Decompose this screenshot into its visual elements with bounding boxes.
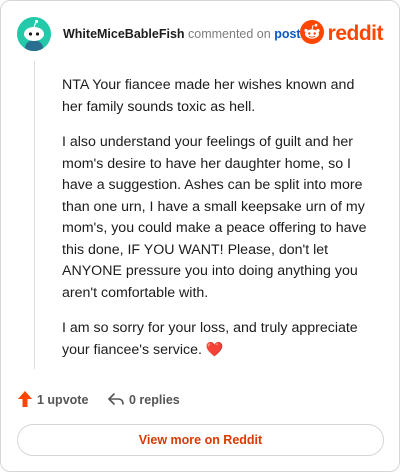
comment-paragraph-1: NTA Your fiancee made her wishes known a… [62,77,355,115]
post-link[interactable]: post [274,27,300,41]
replies-button[interactable]: 0 replies [107,389,180,411]
comment-body: NTA Your fiancee made her wishes known a… [62,75,374,375]
heart-emoji-icon: ❤️ [205,341,224,358]
replies-count: 0 replies [129,393,180,407]
upvote-arrow-icon [17,390,33,411]
comment-paragraph-3: I am so sorry for your loss, and truly a… [62,318,374,361]
comment-footer: 1 upvote 0 replies [17,389,383,411]
reddit-wordmark: reddit [327,22,384,45]
reddit-logo[interactable]: reddit [299,19,384,49]
thread-line [34,61,35,369]
author-line: WhiteMiceBableFish commented on post [63,26,301,42]
reddit-comment-card: WhiteMiceBableFish commented on post red… [0,0,400,472]
author-name[interactable]: WhiteMiceBableFish [63,27,185,41]
comment-paragraph-2: I also understand your feelings of guilt… [62,134,367,301]
reddit-logo-icon [299,19,324,49]
upvote-button[interactable]: 1 upvote [17,389,88,411]
commented-on-text: commented on [188,27,271,41]
comment-header: WhiteMiceBableFish commented on post red… [17,17,384,51]
view-more-on-reddit-button[interactable]: View more on Reddit [17,424,384,456]
reply-arrow-icon [107,391,125,410]
snoo-avatar-icon[interactable] [17,17,51,51]
upvote-count: 1 upvote [37,393,89,407]
